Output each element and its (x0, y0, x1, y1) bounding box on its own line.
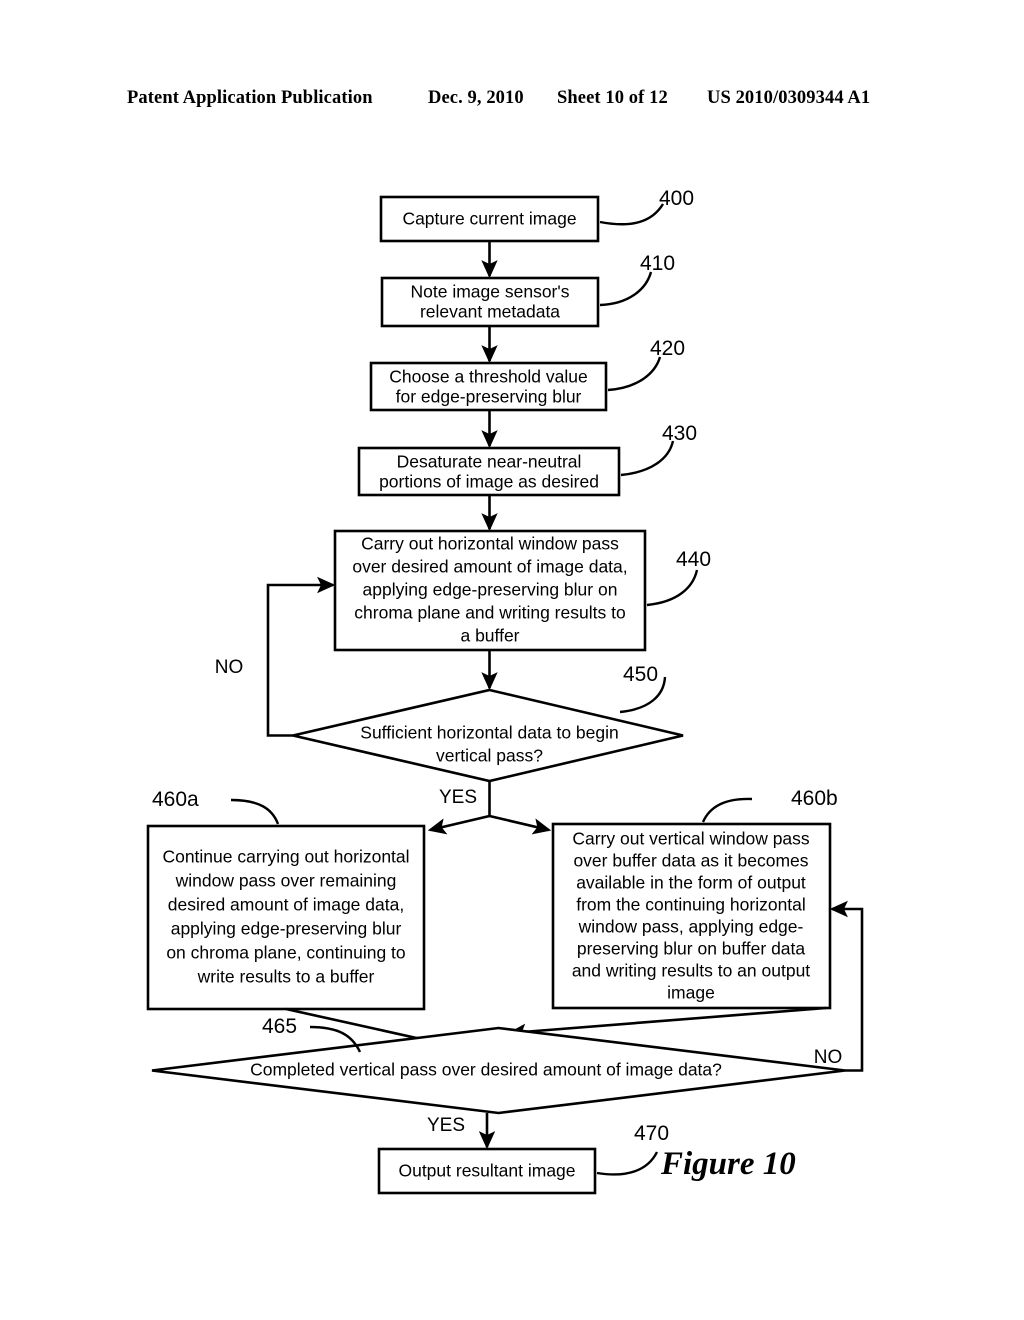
ref-number-460b: 460b (791, 787, 838, 810)
node-420-label-line-1: for edge-preserving blur (396, 387, 582, 407)
node-400-label-line-0: Capture current image (402, 209, 576, 229)
node-440-label-line-4: a buffer (460, 626, 519, 646)
node-420-label-line-0: Choose a threshold value (389, 367, 587, 387)
node-430-label-line-0: Desaturate near-neutral (397, 452, 582, 472)
node-460b-label-line-6: and writing results to an output (572, 961, 810, 981)
branch-label-no-465: NO (814, 1047, 843, 1068)
connector-460a-465 (285, 1007, 431, 1043)
ref-number-450: 450 (623, 663, 658, 686)
ref-number-470: 470 (634, 1122, 669, 1145)
leader-line-400 (599, 203, 665, 226)
node-460b-label-line-0: Carry out vertical window pass (572, 829, 810, 849)
leader-line-460b (701, 797, 753, 823)
node-460b-label-line-2: available in the form of output (576, 873, 806, 893)
node-460b-label-line-5: preserving blur on buffer data (577, 939, 806, 959)
ref-number-460a: 460a (152, 788, 199, 811)
ref-number-440: 440 (676, 548, 711, 571)
ref-number-420: 420 (650, 337, 685, 360)
leader-line-440 (646, 569, 699, 607)
node-430-label-line-1: portions of image as desired (379, 472, 599, 492)
patent-figure-page: Patent Application Publication Dec. 9, 2… (0, 0, 1024, 1320)
node-450-label-line-1: vertical pass? (436, 746, 543, 766)
ref-number-410: 410 (640, 252, 675, 275)
node-460a-label-line-4: on chroma plane, continuing to (166, 943, 405, 963)
node-440-label-line-3: chroma plane and writing results to (354, 603, 625, 623)
node-460b-label-line-7: image (667, 983, 715, 1003)
node-460b-label-line-4: window pass, applying edge- (578, 917, 804, 937)
node-440-label-line-1: over desired amount of image data, (352, 557, 627, 577)
leader-line-470 (596, 1151, 659, 1176)
flowchart-diagram: Capture current image 400 Note image sen… (146, 187, 864, 1195)
node-470-label-line-0: Output resultant image (398, 1161, 575, 1181)
ref-number-465: 465 (262, 1015, 297, 1038)
node-410-label-line-0: Note image sensor's (411, 282, 570, 302)
node-450-label-line-0: Sufficient horizontal data to begin (360, 723, 618, 743)
node-460a-label-line-2: desired amount of image data, (168, 895, 404, 915)
node-465-label-line-0: Completed vertical pass over desired amo… (250, 1060, 722, 1080)
leader-line-460a (230, 798, 280, 825)
connector-450-to-460b (489, 814, 552, 835)
ref-number-400: 400 (659, 187, 694, 210)
branch-label-no-450: NO (215, 657, 244, 678)
node-460b-label-line-3: from the continuing horizontal (576, 895, 806, 915)
branch-label-yes-450: YES (439, 787, 477, 808)
connector-450-to-460a (427, 814, 490, 835)
leader-line-420 (607, 356, 662, 392)
connector-450-no-loop (266, 576, 336, 737)
leader-line-430 (620, 440, 675, 477)
figure-caption: Figure 10 (661, 1146, 796, 1182)
node-410-label-line-1: relevant metadata (420, 302, 560, 322)
node-440-label-line-2: applying edge-preserving blur on (363, 580, 618, 600)
node-460a-label-line-1: window pass over remaining (175, 871, 397, 891)
branch-label-yes-465: YES (427, 1115, 465, 1136)
node-460a-label-line-3: applying edge-preserving blur (171, 919, 402, 939)
connector-460b-465 (507, 1006, 827, 1040)
ref-number-430: 430 (662, 422, 697, 445)
leader-line-410 (599, 271, 653, 307)
node-460a-label-line-0: Continue carrying out horizontal (162, 847, 409, 867)
node-440-label-line-0: Carry out horizontal window pass (361, 534, 619, 554)
node-460a-label-line-5: write results to a buffer (197, 967, 375, 987)
node-460b-label-line-1: over buffer data as it becomes (573, 851, 808, 871)
